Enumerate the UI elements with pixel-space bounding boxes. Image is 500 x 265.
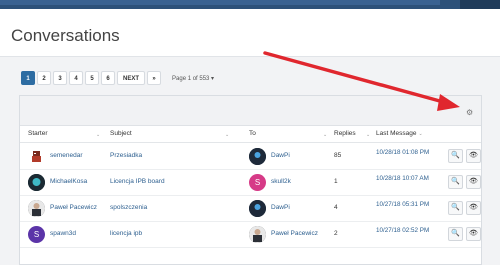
avatar[interactable] [28, 174, 45, 191]
gear-icon[interactable]: ⚙ [466, 108, 473, 117]
recipient-name[interactable]: Paweł Pacewicz [271, 230, 318, 237]
profile-photo-icon [28, 174, 45, 191]
last-message-date[interactable]: 10/27/18 05:31 PM [376, 200, 436, 209]
table-row[interactable]: S spawn3d licencja ipb Paweł Pacewicz 2 … [20, 222, 481, 248]
starter-name[interactable]: semenedar [50, 152, 83, 159]
search-icon[interactable]: 🔍 [448, 149, 463, 163]
page-button-4[interactable]: 4 [69, 71, 83, 85]
table-header: Starter ⌄ Subject ⌄ To ⌄ Replies ⌄ Last … [20, 126, 481, 143]
table-toolbar: ⚙ [20, 96, 481, 126]
recipient-name[interactable]: DawPi [271, 204, 290, 211]
avatar[interactable] [249, 200, 266, 217]
pixel-character-icon [28, 148, 45, 165]
subject-link[interactable]: spolszczenia [110, 204, 147, 211]
page-button-3[interactable]: 3 [53, 71, 67, 85]
avatar[interactable] [249, 226, 266, 243]
page-title: Conversations [11, 26, 120, 45]
avatar[interactable] [28, 200, 45, 217]
last-message-date[interactable]: 10/27/18 02:52 PM [376, 226, 436, 235]
replies-count: 1 [334, 178, 338, 185]
last-message-date[interactable]: 10/28/18 01:08 PM [376, 148, 436, 157]
chevron-down-icon[interactable]: ⌄ [323, 132, 327, 138]
column-header-starter[interactable]: Starter [28, 130, 48, 137]
table-row[interactable]: Paweł Pacewicz spolszczenia DawPi 4 10/2… [20, 196, 481, 222]
conversations-table: ⚙ Starter ⌄ Subject ⌄ To ⌄ Replies ⌄ Las… [19, 95, 482, 265]
next-page-button[interactable]: NEXT [117, 71, 146, 85]
avatar[interactable]: S [28, 226, 45, 243]
starter-name[interactable]: Paweł Pacewicz [50, 204, 97, 211]
table-row[interactable]: MichaelKosa Licencja IPB board S skull2k… [20, 170, 481, 196]
page-header: Conversations [0, 9, 500, 57]
column-header-subject[interactable]: Subject [110, 130, 132, 137]
top-navigation-bar [0, 0, 500, 9]
search-icon[interactable]: 🔍 [448, 201, 463, 215]
subject-link[interactable]: licencja ipb [110, 230, 142, 237]
dawpi-logo-icon [249, 200, 266, 217]
avatar[interactable]: S [249, 174, 266, 191]
subject-link[interactable]: Licencja IPB board [110, 178, 165, 185]
table-row[interactable]: semenedar Przesiadka DawPi 85 10/28/18 0… [20, 144, 481, 170]
chevron-down-icon[interactable]: ⌄ [225, 132, 229, 138]
page-button-2[interactable]: 2 [37, 71, 51, 85]
user-menu-area[interactable] [460, 0, 500, 9]
replies-count: 85 [334, 152, 342, 159]
profile-photo-icon [28, 200, 45, 217]
avatar[interactable] [249, 148, 266, 165]
starter-name[interactable]: spawn3d [50, 230, 76, 237]
recipient-name[interactable]: DawPi [271, 152, 290, 159]
chevron-down-icon[interactable]: ⌄ [96, 132, 100, 138]
last-page-button[interactable]: » [147, 71, 162, 85]
dawpi-logo-icon [249, 148, 266, 165]
page-button-1[interactable]: 1 [21, 71, 35, 85]
chevron-down-icon: ⌄ [418, 131, 423, 137]
column-header-last-message[interactable]: Last Message ⌄ [376, 130, 423, 137]
column-header-replies[interactable]: Replies [334, 130, 356, 137]
column-header-to[interactable]: To [249, 130, 256, 137]
profile-photo-icon [249, 226, 266, 243]
replies-count: 2 [334, 230, 338, 237]
top-navigation-bar-inner [0, 0, 440, 5]
eye-slash-icon[interactable]: 👁 [466, 227, 481, 241]
last-message-date[interactable]: 10/28/18 10:07 AM [376, 174, 436, 183]
eye-slash-icon[interactable]: 👁 [466, 175, 481, 189]
search-icon[interactable]: 🔍 [448, 227, 463, 241]
pagination: 1 2 3 4 5 6 NEXT » Page 1 of 553 ▾ [21, 71, 214, 85]
starter-name[interactable]: MichaelKosa [50, 178, 87, 185]
page-button-5[interactable]: 5 [85, 71, 99, 85]
chevron-down-icon[interactable]: ⌄ [366, 132, 370, 138]
eye-slash-icon[interactable]: 👁 [466, 149, 481, 163]
search-icon[interactable]: 🔍 [448, 175, 463, 189]
page-jump-dropdown[interactable]: Page 1 of 553 ▾ [172, 75, 214, 82]
recipient-name[interactable]: skull2k [271, 178, 291, 185]
subject-link[interactable]: Przesiadka [110, 152, 142, 159]
avatar[interactable] [28, 148, 45, 165]
replies-count: 4 [334, 204, 338, 211]
page-button-6[interactable]: 6 [101, 71, 115, 85]
eye-slash-icon[interactable]: 👁 [466, 201, 481, 215]
